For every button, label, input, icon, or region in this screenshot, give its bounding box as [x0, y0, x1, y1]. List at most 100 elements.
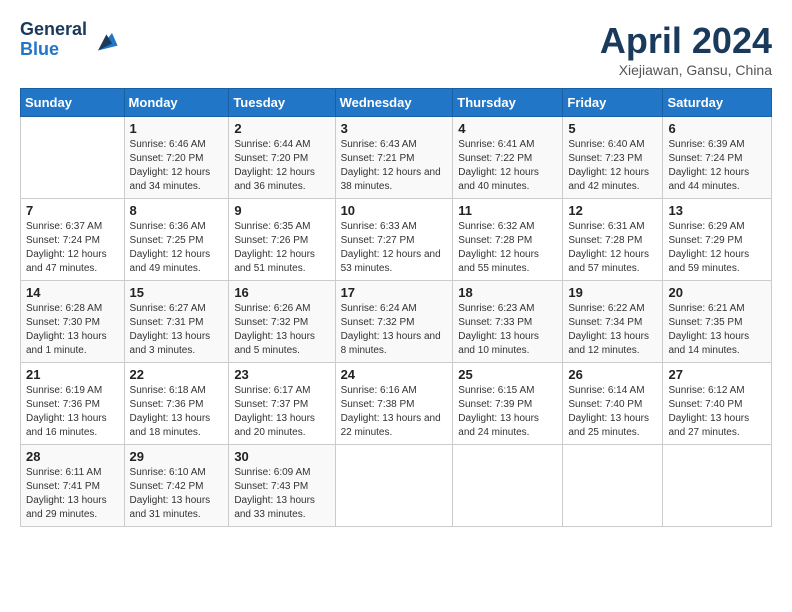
page-header: General Blue April 2024 Xiejiawan, Gansu… [20, 20, 772, 78]
calendar-day-cell: 17 Sunrise: 6:24 AMSunset: 7:32 PMDayligh… [335, 281, 453, 363]
calendar-day-cell [21, 117, 125, 199]
day-info: Sunrise: 6:18 AMSunset: 7:36 PMDaylight:… [130, 384, 224, 440]
calendar-day-cell [663, 445, 772, 527]
day-info: Sunrise: 6:43 AMSunset: 7:21 PMDaylight:… [341, 138, 448, 194]
calendar-week-row: 7Sunrise: 6:37 AMSunset: 7:24 PMDaylight… [21, 199, 772, 281]
day-info: Sunrise: 6:21 AMSunset: 7:35 PMDaylight:… [668, 302, 766, 358]
day-number: 23 [234, 367, 329, 382]
calendar-day-cell: 4 Sunrise: 6:41 AMSunset: 7:22 PMDaylight… [453, 117, 563, 199]
day-info: Sunrise: 6:32 AMSunset: 7:28 PMDaylight:… [458, 220, 557, 276]
calendar-day-cell: 12Sunrise: 6:31 AMSunset: 7:28 PMDayligh… [563, 199, 663, 281]
day-number: 4 [458, 121, 557, 136]
calendar-day-cell: 21Sunrise: 6:19 AMSunset: 7:36 PMDayligh… [21, 363, 125, 445]
calendar-body: 1 Sunrise: 6:46 AMSunset: 7:20 PMDaylight… [21, 117, 772, 527]
day-number: 7 [26, 203, 119, 218]
day-info: Sunrise: 6:24 AMSunset: 7:32 PMDaylight:… [341, 302, 448, 358]
day-number: 10 [341, 203, 448, 218]
day-info: Sunrise: 6:22 AMSunset: 7:34 PMDaylight:… [568, 302, 657, 358]
calendar-day-cell: 15Sunrise: 6:27 AMSunset: 7:31 PMDayligh… [124, 281, 229, 363]
logo: General Blue [20, 20, 119, 60]
day-number: 9 [234, 203, 329, 218]
day-number: 6 [668, 121, 766, 136]
calendar-day-cell: 1 Sunrise: 6:46 AMSunset: 7:20 PMDaylight… [124, 117, 229, 199]
day-info: Sunrise: 6:39 AMSunset: 7:24 PMDaylight:… [668, 138, 766, 194]
day-number: 26 [568, 367, 657, 382]
day-number: 14 [26, 285, 119, 300]
day-info: Sunrise: 6:46 AMSunset: 7:20 PMDaylight:… [130, 138, 224, 194]
day-number: 29 [130, 449, 224, 464]
day-info: Sunrise: 6:40 AMSunset: 7:23 PMDaylight:… [568, 138, 657, 194]
calendar-day-cell: 28 Sunrise: 6:11 AMSunset: 7:41 PMDayligh… [21, 445, 125, 527]
calendar-day-cell: 11 Sunrise: 6:32 AMSunset: 7:28 PMDayligh… [453, 199, 563, 281]
title-area: April 2024 Xiejiawan, Gansu, China [600, 20, 772, 78]
logo-general: General [20, 20, 87, 40]
calendar-week-row: 28 Sunrise: 6:11 AMSunset: 7:41 PMDayligh… [21, 445, 772, 527]
calendar-day-cell: 26 Sunrise: 6:14 AMSunset: 7:40 PMDayligh… [563, 363, 663, 445]
day-info: Sunrise: 6:17 AMSunset: 7:37 PMDaylight:… [234, 384, 329, 440]
calendar-day-cell: 14 Sunrise: 6:28 AMSunset: 7:30 PMDayligh… [21, 281, 125, 363]
calendar-day-cell: 10 Sunrise: 6:33 AMSunset: 7:27 PMDayligh… [335, 199, 453, 281]
day-number: 5 [568, 121, 657, 136]
calendar-week-row: 1 Sunrise: 6:46 AMSunset: 7:20 PMDaylight… [21, 117, 772, 199]
weekday-header-cell: Saturday [663, 89, 772, 117]
day-info: Sunrise: 6:23 AMSunset: 7:33 PMDaylight:… [458, 302, 557, 358]
day-number: 11 [458, 203, 557, 218]
day-info: Sunrise: 6:35 AMSunset: 7:26 PMDaylight:… [234, 220, 329, 276]
day-number: 24 [341, 367, 448, 382]
day-number: 21 [26, 367, 119, 382]
logo-blue: Blue [20, 40, 87, 60]
calendar-day-cell: 18 Sunrise: 6:23 AMSunset: 7:33 PMDayligh… [453, 281, 563, 363]
calendar-day-cell: 30Sunrise: 6:09 AMSunset: 7:43 PMDayligh… [229, 445, 335, 527]
calendar-day-cell: 5 Sunrise: 6:40 AMSunset: 7:23 PMDaylight… [563, 117, 663, 199]
day-info: Sunrise: 6:11 AMSunset: 7:41 PMDaylight:… [26, 466, 119, 522]
day-info: Sunrise: 6:16 AMSunset: 7:38 PMDaylight:… [341, 384, 448, 440]
weekday-header-cell: Thursday [453, 89, 563, 117]
day-number: 2 [234, 121, 329, 136]
weekday-header-cell: Friday [563, 89, 663, 117]
day-info: Sunrise: 6:14 AMSunset: 7:40 PMDaylight:… [568, 384, 657, 440]
month-title: April 2024 [600, 20, 772, 62]
calendar-day-cell: 27 Sunrise: 6:12 AMSunset: 7:40 PMDayligh… [663, 363, 772, 445]
calendar-day-cell [453, 445, 563, 527]
day-number: 27 [668, 367, 766, 382]
day-number: 1 [130, 121, 224, 136]
calendar-day-cell: 20Sunrise: 6:21 AMSunset: 7:35 PMDayligh… [663, 281, 772, 363]
day-info: Sunrise: 6:15 AMSunset: 7:39 PMDaylight:… [458, 384, 557, 440]
day-number: 18 [458, 285, 557, 300]
calendar-day-cell: 2 Sunrise: 6:44 AMSunset: 7:20 PMDaylight… [229, 117, 335, 199]
day-number: 13 [668, 203, 766, 218]
day-number: 3 [341, 121, 448, 136]
calendar-day-cell: 8 Sunrise: 6:36 AMSunset: 7:25 PMDaylight… [124, 199, 229, 281]
day-info: Sunrise: 6:36 AMSunset: 7:25 PMDaylight:… [130, 220, 224, 276]
day-number: 28 [26, 449, 119, 464]
calendar-week-row: 21Sunrise: 6:19 AMSunset: 7:36 PMDayligh… [21, 363, 772, 445]
day-info: Sunrise: 6:28 AMSunset: 7:30 PMDaylight:… [26, 302, 119, 358]
calendar-day-cell: 29Sunrise: 6:10 AMSunset: 7:42 PMDayligh… [124, 445, 229, 527]
day-number: 15 [130, 285, 224, 300]
day-info: Sunrise: 6:12 AMSunset: 7:40 PMDaylight:… [668, 384, 766, 440]
day-info: Sunrise: 6:33 AMSunset: 7:27 PMDaylight:… [341, 220, 448, 276]
calendar-day-cell: 16 Sunrise: 6:26 AMSunset: 7:32 PMDayligh… [229, 281, 335, 363]
calendar-day-cell: 19 Sunrise: 6:22 AMSunset: 7:34 PMDayligh… [563, 281, 663, 363]
day-number: 17 [341, 285, 448, 300]
weekday-header-cell: Tuesday [229, 89, 335, 117]
calendar-day-cell: 23 Sunrise: 6:17 AMSunset: 7:37 PMDayligh… [229, 363, 335, 445]
subtitle: Xiejiawan, Gansu, China [600, 62, 772, 78]
calendar-day-cell [563, 445, 663, 527]
weekday-header-row: SundayMondayTuesdayWednesdayThursdayFrid… [21, 89, 772, 117]
day-info: Sunrise: 6:31 AMSunset: 7:28 PMDaylight:… [568, 220, 657, 276]
day-number: 22 [130, 367, 224, 382]
day-info: Sunrise: 6:44 AMSunset: 7:20 PMDaylight:… [234, 138, 329, 194]
day-number: 19 [568, 285, 657, 300]
day-number: 8 [130, 203, 224, 218]
calendar-day-cell: 22 Sunrise: 6:18 AMSunset: 7:36 PMDayligh… [124, 363, 229, 445]
day-info: Sunrise: 6:41 AMSunset: 7:22 PMDaylight:… [458, 138, 557, 194]
day-number: 16 [234, 285, 329, 300]
calendar-day-cell: 3 Sunrise: 6:43 AMSunset: 7:21 PMDaylight… [335, 117, 453, 199]
calendar-day-cell: 13 Sunrise: 6:29 AMSunset: 7:29 PMDayligh… [663, 199, 772, 281]
day-info: Sunrise: 6:29 AMSunset: 7:29 PMDaylight:… [668, 220, 766, 276]
day-info: Sunrise: 6:26 AMSunset: 7:32 PMDaylight:… [234, 302, 329, 358]
weekday-header-cell: Sunday [21, 89, 125, 117]
weekday-header-cell: Monday [124, 89, 229, 117]
calendar-day-cell: 25Sunrise: 6:15 AMSunset: 7:39 PMDayligh… [453, 363, 563, 445]
